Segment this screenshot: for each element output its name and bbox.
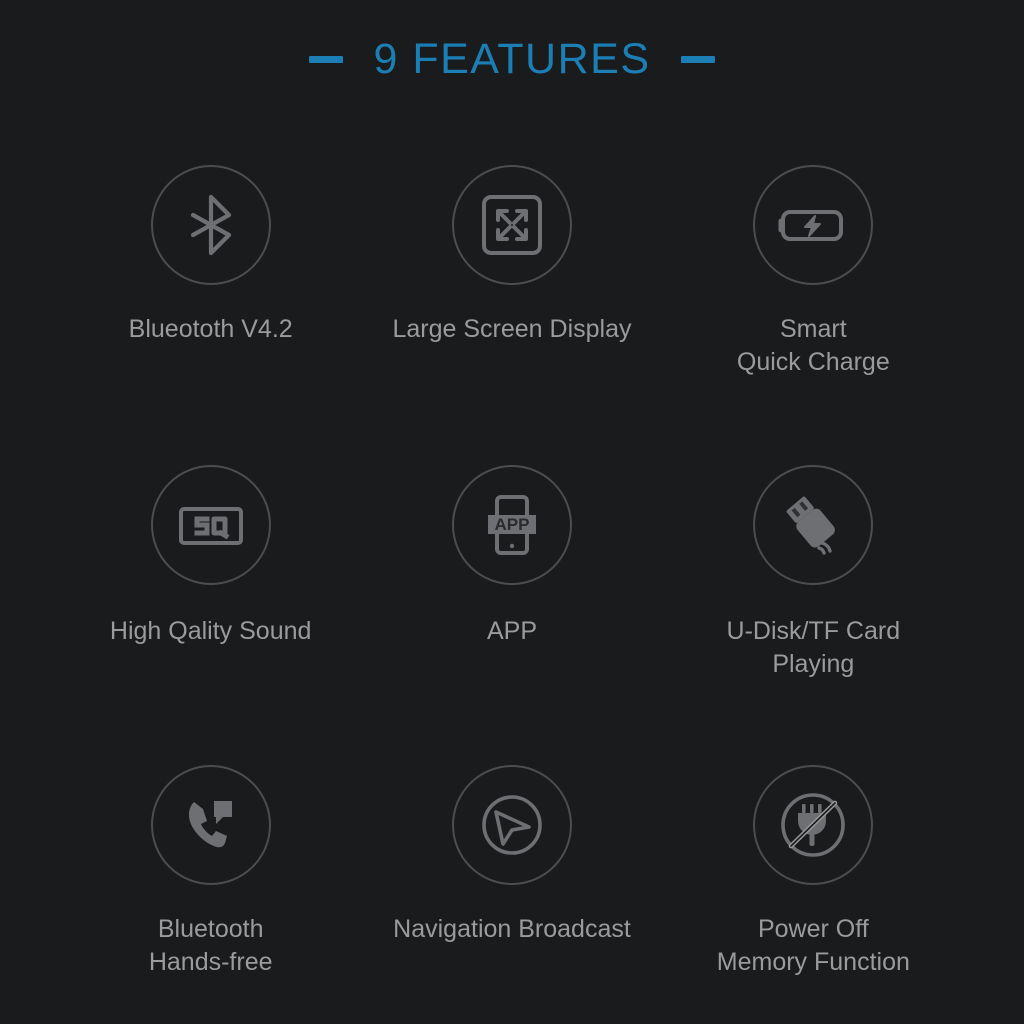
feature-item-bluetooth-hands-free: Bluetooth Hands-free	[60, 740, 361, 1024]
feature-item-udisk-tf-card: U-Disk/TF Card Playing	[663, 440, 964, 740]
features-grid: Blueototh V4.2 Large Screen Display Smar…	[60, 140, 964, 1024]
usb-flash-drive-icon	[775, 487, 851, 563]
feature-label: Smart Quick Charge	[736, 315, 890, 376]
phone-handset-icon	[174, 788, 248, 862]
page-title-bar: 9 FEATURES	[0, 38, 1024, 81]
feature-item-large-screen-display: Large Screen Display	[361, 140, 662, 440]
feature-icon-circle	[150, 465, 271, 585]
feature-label: U-Disk/TF Card Playing	[726, 617, 901, 678]
feature-icon-circle: APP	[451, 465, 572, 585]
bluetooth-icon	[175, 189, 247, 261]
feature-label: Navigation Broadcast	[393, 915, 631, 943]
page-title: 9 FEATURES	[373, 35, 651, 83]
feature-icon-circle	[150, 765, 271, 885]
title-dash-left	[309, 56, 344, 63]
no-power-plug-icon	[772, 784, 854, 866]
feature-label: Large Screen Display	[392, 315, 632, 343]
feature-item-power-off-memory: Power Off Memory Function	[663, 740, 964, 1024]
feature-label: High Qality Sound	[109, 617, 312, 645]
feature-icon-circle	[753, 465, 874, 585]
feature-item-app: APP APP	[361, 440, 662, 740]
battery-charge-icon	[774, 186, 852, 264]
feature-item-navigation-broadcast: Navigation Broadcast	[361, 740, 662, 1024]
feature-icon-circle	[753, 765, 874, 885]
phone-app-icon: APP	[474, 487, 550, 563]
feature-label: Bluetooth Hands-free	[148, 915, 273, 976]
svg-text:APP: APP	[495, 515, 530, 534]
feature-icon-circle	[451, 165, 572, 285]
feature-item-bluetooth-version: Blueototh V4.2	[60, 140, 361, 440]
expand-fullscreen-icon	[476, 189, 548, 261]
navigation-arrow-icon	[472, 785, 552, 865]
feature-grid-page: 9 FEATURES Blueototh V4.2 Large Screen D…	[0, 0, 1024, 1024]
feature-item-smart-quick-charge: Smart Quick Charge	[663, 140, 964, 440]
feature-icon-circle	[150, 165, 271, 285]
feature-icon-circle	[753, 165, 874, 285]
feature-label: APP	[486, 617, 537, 645]
title-dash-right	[680, 56, 715, 63]
feature-item-high-quality-sound: High Qality Sound	[60, 440, 361, 740]
sq-sound-quality-icon	[174, 488, 248, 562]
feature-label: Blueototh V4.2	[128, 315, 293, 343]
feature-label: Power Off Memory Function	[716, 915, 910, 976]
feature-icon-circle	[451, 765, 572, 885]
